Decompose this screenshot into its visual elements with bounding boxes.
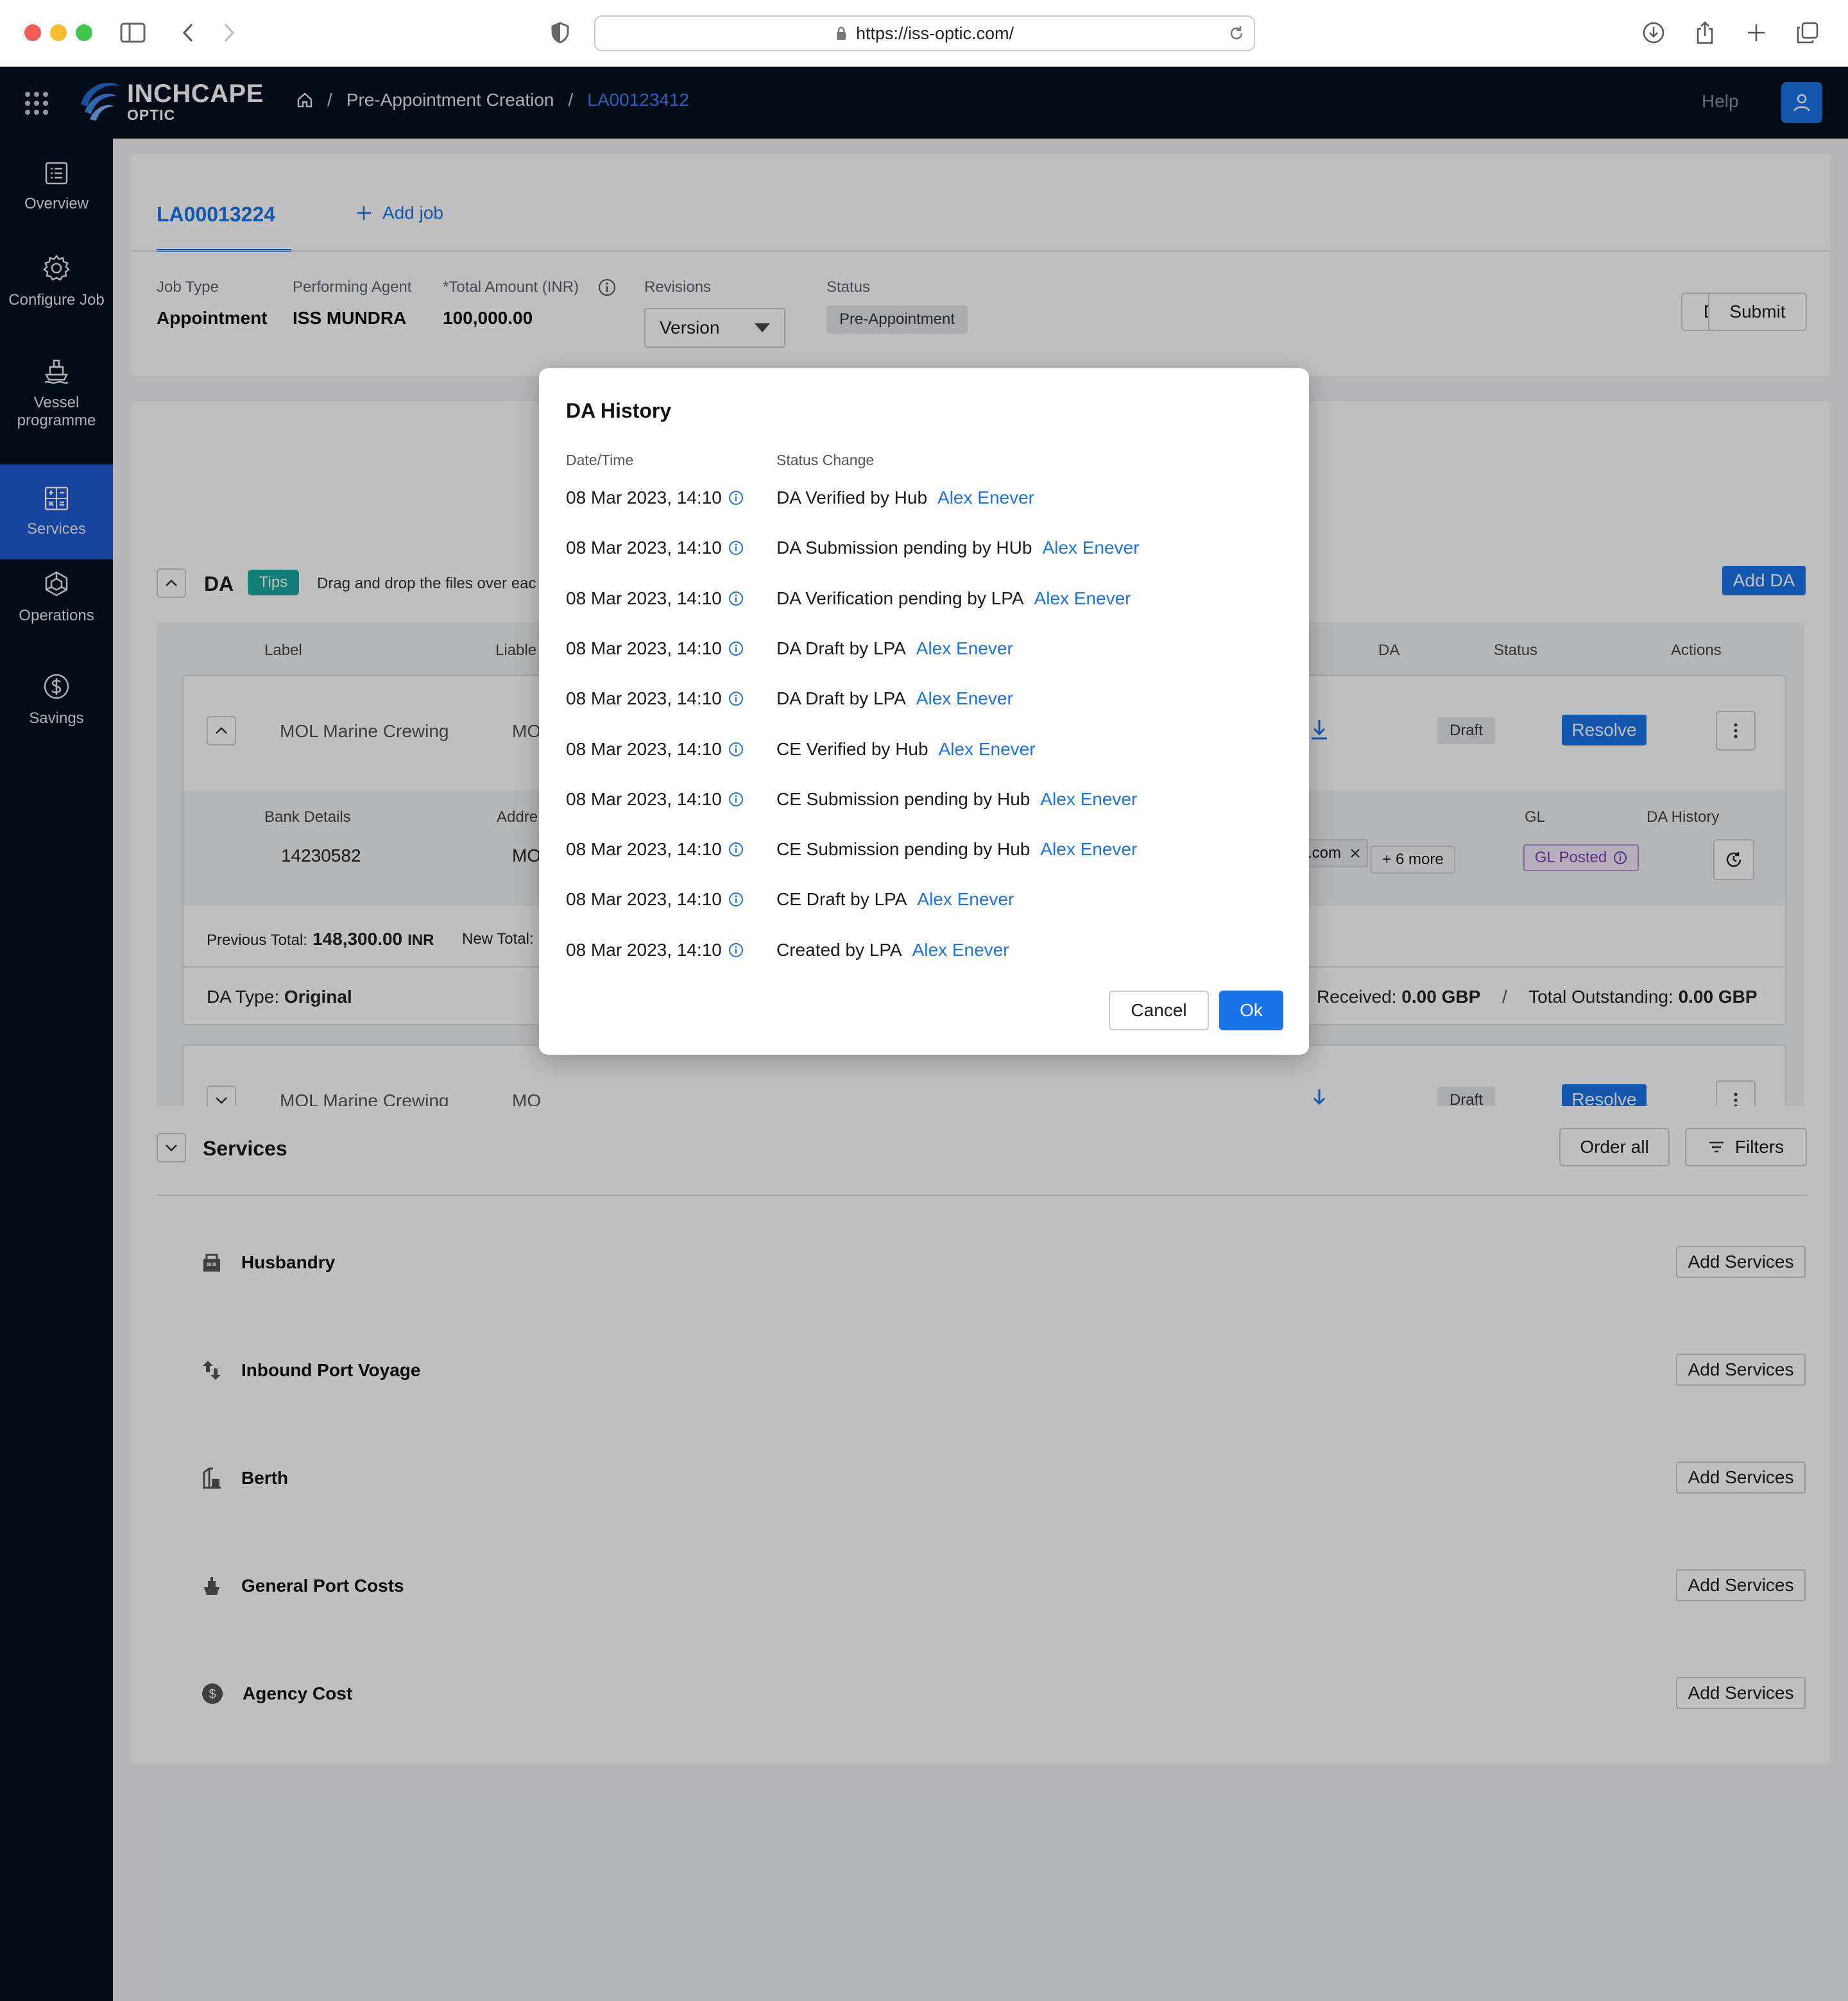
modal-title: DA History	[566, 399, 672, 422]
history-datetime-text: 08 Mar 2023, 14:10	[566, 638, 722, 658]
info-icon[interactable]	[728, 641, 744, 656]
history-datetime: 08 Mar 2023, 14:10	[566, 588, 758, 609]
history-datetime-text: 08 Mar 2023, 14:10	[566, 839, 722, 860]
history-row: 08 Mar 2023, 14:10 CE Submission pending …	[566, 837, 1137, 862]
info-icon[interactable]	[728, 842, 744, 857]
history-datetime-text: 08 Mar 2023, 14:10	[566, 688, 722, 709]
history-status: DA Draft by LPA Alex Enever	[776, 638, 1013, 659]
history-datetime-text: 08 Mar 2023, 14:10	[566, 889, 722, 910]
sidebar-toggle-icon[interactable]	[119, 19, 146, 46]
history-user-link[interactable]: Alex Enever	[1042, 538, 1139, 558]
history-status-text: CE Verified by Hub	[776, 738, 928, 759]
tabs-overview-icon[interactable]	[1794, 19, 1821, 46]
history-user-link[interactable]: Alex Enever	[937, 488, 1034, 507]
history-status-text: DA Draft by LPA	[776, 688, 906, 709]
history-status: DA Verification pending by LPA Alex Eneve…	[776, 588, 1131, 609]
info-icon[interactable]	[728, 742, 744, 757]
history-status: CE Submission pending by Hub Alex Enever	[776, 839, 1137, 860]
history-user-link[interactable]: Alex Enever	[939, 739, 1036, 759]
shield-icon[interactable]	[547, 19, 574, 46]
history-datetime-text: 08 Mar 2023, 14:10	[566, 788, 722, 809]
history-status: DA Verified by Hub Alex Enever	[776, 488, 1034, 508]
history-row: 08 Mar 2023, 14:10 DA Verified by Hub Alex…	[566, 485, 1034, 511]
history-row: 08 Mar 2023, 14:10 CE Draft by LPA Alex En…	[566, 887, 1014, 912]
history-datetime: 08 Mar 2023, 14:10	[566, 638, 758, 659]
info-icon[interactable]	[728, 942, 744, 958]
history-datetime: 08 Mar 2023, 14:10	[566, 889, 758, 910]
history-status: CE Verified by Hub Alex Enever	[776, 739, 1036, 760]
history-datetime-text: 08 Mar 2023, 14:10	[566, 488, 722, 507]
history-datetime-text: 08 Mar 2023, 14:10	[566, 738, 722, 759]
history-user-link[interactable]: Alex Enever	[917, 889, 1014, 909]
history-status-text: DA Verification pending by LPA	[776, 588, 1024, 608]
history-datetime: 08 Mar 2023, 14:10	[566, 739, 758, 760]
url-text: https://iss-optic.com/	[855, 23, 1014, 43]
history-status-text: Created by LPA	[776, 939, 902, 960]
address-bar[interactable]: https://iss-optic.com/	[594, 15, 1255, 51]
share-icon[interactable]	[1691, 19, 1718, 46]
history-row: 08 Mar 2023, 14:10 DA Verification pendin…	[566, 586, 1131, 611]
history-status-text: CE Submission pending by Hub	[776, 839, 1031, 860]
history-user-link[interactable]: Alex Enever	[1040, 839, 1137, 859]
cancel-button[interactable]: Cancel	[1109, 991, 1209, 1030]
history-status-text: DA Verified by Hub	[776, 488, 928, 507]
maximize-window-button[interactable]	[76, 24, 92, 41]
history-datetime: 08 Mar 2023, 14:10	[566, 789, 758, 810]
history-status: DA Draft by LPA Alex Enever	[776, 688, 1013, 709]
history-user-link[interactable]: Alex Enever	[1040, 789, 1137, 809]
history-status-text: DA Submission pending by HUb	[776, 538, 1032, 558]
history-row: 08 Mar 2023, 14:10 Created by LPA Alex Ene…	[566, 937, 1009, 963]
reload-icon[interactable]	[1228, 25, 1245, 42]
history-datetime: 08 Mar 2023, 14:10	[566, 538, 758, 558]
col-datetime: Date/Time	[566, 452, 634, 468]
download-icon[interactable]	[1640, 19, 1667, 46]
forward-icon[interactable]	[216, 19, 243, 46]
history-status-text: DA Draft by LPA	[776, 638, 906, 658]
info-icon[interactable]	[728, 691, 744, 706]
close-window-button[interactable]	[24, 24, 41, 41]
history-row: 08 Mar 2023, 14:10 DA Submission pending …	[566, 535, 1139, 561]
history-status: CE Draft by LPA Alex Enever	[776, 889, 1014, 910]
history-user-link[interactable]: Alex Enever	[1034, 588, 1131, 608]
info-icon[interactable]	[728, 892, 744, 907]
history-status-text: CE Draft by LPA	[776, 889, 907, 910]
history-status: CE Submission pending by Hub Alex Enever	[776, 789, 1137, 810]
info-icon[interactable]	[728, 540, 744, 556]
ok-button[interactable]: Ok	[1219, 991, 1283, 1030]
history-datetime-text: 08 Mar 2023, 14:10	[566, 939, 722, 960]
history-datetime: 08 Mar 2023, 14:10	[566, 688, 758, 709]
info-icon[interactable]	[728, 591, 744, 606]
browser-toolbar: https://iss-optic.com/	[0, 0, 1848, 67]
history-row: 08 Mar 2023, 14:10 DA Draft by LPA Alex En…	[566, 686, 1013, 711]
history-row: 08 Mar 2023, 14:10 DA Draft by LPA Alex En…	[566, 636, 1013, 661]
lock-icon	[836, 26, 846, 40]
history-status: Created by LPA Alex Enever	[776, 940, 1009, 960]
info-icon[interactable]	[728, 490, 744, 506]
history-status: DA Submission pending by HUb Alex Enever	[776, 538, 1139, 558]
history-user-link[interactable]: Alex Enever	[912, 940, 1009, 960]
history-user-link[interactable]: Alex Enever	[916, 638, 1013, 658]
history-datetime: 08 Mar 2023, 14:10	[566, 488, 758, 508]
history-row: 08 Mar 2023, 14:10 CE Verified by Hub Alex…	[566, 737, 1036, 762]
new-tab-icon[interactable]	[1743, 19, 1770, 46]
history-user-link[interactable]: Alex Enever	[916, 688, 1013, 708]
history-datetime-text: 08 Mar 2023, 14:10	[566, 538, 722, 558]
history-datetime-text: 08 Mar 2023, 14:10	[566, 588, 722, 608]
minimize-window-button[interactable]	[50, 24, 67, 41]
history-datetime: 08 Mar 2023, 14:10	[566, 839, 758, 860]
info-icon[interactable]	[728, 792, 744, 807]
back-icon[interactable]	[175, 19, 201, 46]
history-datetime: 08 Mar 2023, 14:10	[566, 940, 758, 960]
history-row: 08 Mar 2023, 14:10 CE Submission pending …	[566, 787, 1137, 812]
col-status-change: Status Change	[776, 452, 875, 468]
da-history-modal: DA History Date/Time Status Change 08 Ma…	[539, 368, 1309, 1055]
history-status-text: CE Submission pending by Hub	[776, 788, 1031, 809]
